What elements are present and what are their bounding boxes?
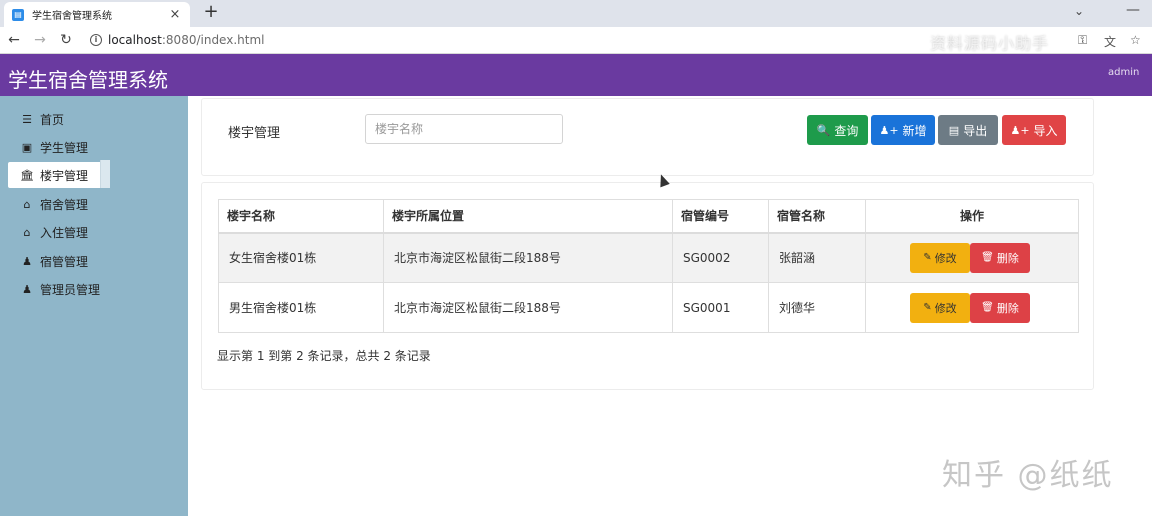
tab-search-chevron-icon[interactable]: ⌄	[1074, 4, 1084, 18]
pencil-icon: ✎	[923, 252, 932, 264]
edit-button[interactable]: ✎ 修改	[910, 242, 970, 273]
user-icon: ♟	[22, 282, 32, 296]
buildings-table: 楼宇名称 楼宇所属位置 宿管编号 宿管名称 操作 女生宿舍楼01栋 北京市海淀区…	[218, 199, 1079, 333]
column-header: 操作	[865, 199, 1079, 234]
home-icon: ⌂	[23, 197, 31, 211]
sidebar-item-label: 宿舍管理	[40, 197, 89, 212]
reload-icon[interactable]: ↻	[58, 32, 74, 48]
building-name-input[interactable]	[365, 114, 563, 144]
pencil-icon: ✎	[923, 302, 932, 313]
bank-icon: 🏛	[20, 168, 34, 182]
sidebar-item-label: 管理员管理	[40, 282, 101, 297]
table-actions: ✎ 修改 🗑 删除	[865, 232, 1079, 283]
table-cell: 刘德华	[768, 282, 866, 333]
id-card-icon: ▣	[21, 140, 33, 154]
table-cell: 北京市海淀区松鼠街二段188号	[383, 282, 673, 333]
table-row[interactable]: 女生宿舍楼01栋 北京市海淀区松鼠街二段188号 SG0002 张韶涵 ✎ 修改 🗑…	[218, 232, 1079, 283]
url-field[interactable]: localhost:8080/index.html	[108, 33, 264, 47]
sidebar-item-home[interactable]: ☰ 首页	[8, 106, 168, 132]
search-panel: 楼宇管理 🔍查询 ♟+新增 ▤导出 ♟+导入	[201, 98, 1094, 176]
sidebar-item-admins[interactable]: ♟ 管理员管理	[8, 276, 168, 302]
new-tab-button[interactable]: +	[200, 2, 222, 24]
table-cell: 女生宿舍楼01栋	[218, 232, 384, 283]
user-plus-icon: ♟+	[1010, 123, 1030, 137]
sidebar-item-dorms[interactable]: ⌂ 宿舍管理	[8, 191, 168, 217]
forward-arrow-icon[interactable]: →	[32, 32, 48, 48]
table-row[interactable]: 男生宿舍楼01栋 北京市海淀区松鼠街二段188号 SG0001 刘德华 ✎ 修改 🗑…	[218, 282, 1079, 333]
tab-favicon-icon: ▤	[12, 8, 24, 21]
app-header: 学生宿舍管理系统 admin	[0, 54, 1152, 96]
site-info-icon[interactable]: i	[90, 34, 102, 46]
sidebar-item-label: 首页	[40, 112, 65, 127]
sidebar-active-indicator	[100, 160, 110, 188]
sidebar-item-label: 楼宇管理	[40, 168, 89, 183]
sidebar-item-label: 宿管管理	[40, 254, 89, 269]
query-button[interactable]: 🔍 查询	[807, 115, 868, 145]
delete-button[interactable]: 🗑 删除	[970, 292, 1030, 323]
table-cell: 北京市海淀区松鼠街二段188号	[383, 232, 673, 283]
tab-title: 学生宿舍管理系统	[32, 11, 112, 22]
edit-button[interactable]: ✎ 修改	[910, 292, 970, 323]
sidebar-item-students[interactable]: ▣ 学生管理	[8, 134, 168, 160]
export-button[interactable]: ▤ 导出	[938, 115, 998, 145]
sidebar: ☰ 首页 ▣ 学生管理 🏛 楼宇管理 ⌂ 宿舍管理 ⌂ 入住管理 ♟ 宿管管理 …	[0, 96, 188, 516]
pagination-info: 显示第 1 到第 2 条记录，总共 2 条记录	[217, 349, 431, 363]
watermark: 知乎 @纸纸	[942, 458, 1114, 493]
import-button[interactable]: ♟+ 导入	[1002, 115, 1066, 145]
file-icon: ▤	[948, 123, 960, 137]
browser-tab[interactable]: ▤ 学生宿舍管理系统 ×	[4, 2, 190, 27]
table-actions: ✎ 修改 🗑 删除	[865, 282, 1079, 333]
user-plus-icon: ♟+	[879, 123, 899, 137]
translate-icon[interactable]: 文	[1104, 33, 1116, 50]
browser-tab-bar: ▤ 学生宿舍管理系统 × + ⌄ —	[0, 0, 1152, 27]
search-label: 楼宇管理	[228, 126, 281, 141]
sidebar-item-label: 学生管理	[40, 140, 89, 155]
column-header[interactable]: 宿管编号	[672, 199, 769, 234]
column-header[interactable]: 楼宇所属位置	[383, 199, 673, 234]
table-cell: 张韶涵	[768, 232, 866, 283]
table-cell: SG0002	[672, 232, 769, 283]
sidebar-item-buildings[interactable]: 🏛 楼宇管理	[8, 162, 110, 188]
add-button[interactable]: ♟+ 新增	[871, 115, 935, 145]
trash-icon: 🗑	[981, 302, 994, 313]
bookmark-star-icon[interactable]: ☆	[1130, 33, 1141, 47]
search-icon: 🔍	[816, 123, 831, 137]
delete-button[interactable]: 🗑 删除	[970, 242, 1030, 273]
home-icon: ⌂	[23, 225, 31, 239]
app-title: 学生宿舍管理系统	[8, 68, 168, 92]
user-icon: ♟	[22, 254, 32, 268]
column-header[interactable]: 楼宇名称	[218, 199, 384, 234]
tab-close-icon[interactable]: ×	[168, 7, 182, 22]
menu-icon: ☰	[22, 112, 32, 126]
watermark-top: 资料源码小助手	[930, 34, 1050, 53]
minimize-icon[interactable]: —	[1126, 2, 1140, 18]
sidebar-item-label: 入住管理	[40, 225, 89, 240]
column-header[interactable]: 宿管名称	[768, 199, 866, 234]
key-icon[interactable]: ⚿	[1078, 33, 1087, 48]
user-name[interactable]: admin	[1108, 67, 1139, 78]
sidebar-item-supervisors[interactable]: ♟ 宿管管理	[8, 248, 168, 274]
table-header-row: 楼宇名称 楼宇所属位置 宿管编号 宿管名称 操作	[218, 199, 1079, 234]
table-cell: 男生宿舍楼01栋	[218, 282, 384, 333]
result-panel: 楼宇名称 楼宇所属位置 宿管编号 宿管名称 操作 女生宿舍楼01栋 北京市海淀区…	[201, 182, 1094, 390]
back-arrow-icon[interactable]: ←	[6, 32, 22, 48]
sidebar-item-checkin[interactable]: ⌂ 入住管理	[8, 219, 168, 245]
trash-icon: 🗑	[981, 252, 994, 264]
table-cell: SG0001	[672, 282, 769, 333]
